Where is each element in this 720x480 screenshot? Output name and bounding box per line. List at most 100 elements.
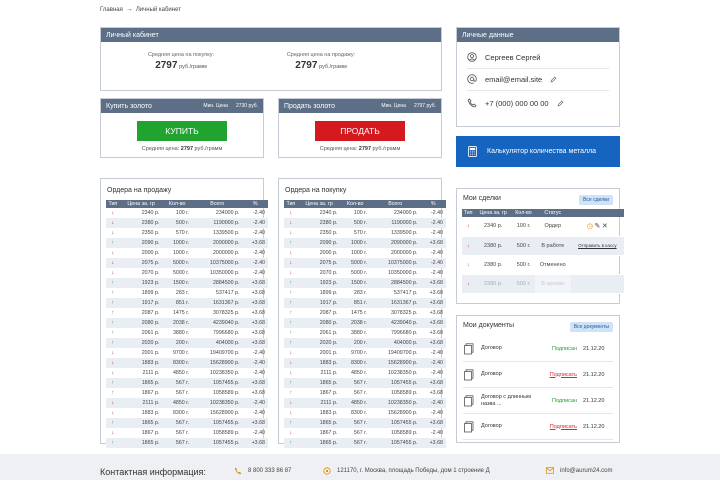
table-row[interactable]: ↓ 2111 р. 4850 г. 10238350 р. -2.40 xyxy=(284,398,446,408)
table-row[interactable]: ↑ 1923 р. 1500 г. 2884500 р. +3.68 xyxy=(284,278,446,288)
table-row[interactable]: ↑ 2090 р. 1000 г. 2090000 р. +3.68 xyxy=(106,238,268,248)
document-status: Подписан xyxy=(552,345,577,352)
cell-pct: -2.40 xyxy=(430,350,443,356)
table-row[interactable]: ↑ 1917 р. 851 г. 1631367 р. +3.68 xyxy=(106,298,268,308)
document-name[interactable]: Договор xyxy=(481,345,537,352)
footer-email[interactable]: info@aurum24.com xyxy=(546,467,612,474)
table-row[interactable]: ↓ 2070 р. 5000 г. 10350000 р. -2.40 xyxy=(106,268,268,278)
table-row[interactable]: ↑ 2087 р. 1475 г. 3078325 р. +3.68 xyxy=(106,308,268,318)
document-row[interactable]: Договор Подписать 21.12.20 xyxy=(463,362,613,388)
cell-qty: 500 г. xyxy=(340,218,370,228)
phone-icon xyxy=(234,467,242,475)
table-row[interactable]: ↓ 2340 р. 100 г. 234000 р. -2.40 xyxy=(284,208,446,218)
table-row[interactable]: ↓ 2111 р. 4850 г. 10238350 р. -2.40 xyxy=(106,398,268,408)
table-row[interactable]: ↓ 2000 р. 1000 г. 2000000 р. -2.40 xyxy=(284,248,446,258)
sell-orders-panel: Ордера на продажу Тип Цена за. гр Кол-во Вс… xyxy=(100,178,268,448)
all-deals-link[interactable]: Все сделки xyxy=(579,195,613,205)
all-documents-link[interactable]: Все документы xyxy=(569,322,613,332)
table-row[interactable]: ↑ 1867 р. 567 г. 1058589 р. +3.68 xyxy=(106,388,268,398)
table-row[interactable]: ↓ 2075 р. 5000 г. 10375000 р. -2.40 xyxy=(284,258,446,268)
table-row[interactable]: ↑ 1923 р. 1500 г. 2884500 р. +3.68 xyxy=(106,278,268,288)
deal-row[interactable]: ↓ 2380 р. 500 г. Отменено xyxy=(462,255,624,275)
arrow-up-icon: ↑ xyxy=(111,340,115,346)
table-row[interactable]: ↓ 1883 р. 8300 г. 15628900 р. -2.40 xyxy=(284,358,446,368)
table-row[interactable]: ↓ 2380 р. 500 г. 1190000 р. -2.40 xyxy=(106,218,268,228)
cell-price: 1883 р. xyxy=(297,358,341,368)
table-row[interactable]: ↑ 1917 р. 851 г. 1631367 р. +3.68 xyxy=(284,298,446,308)
table-row[interactable]: ↑ 1865 р. 567 г. 1057455 р. +3.68 xyxy=(106,438,268,448)
table-row[interactable]: ↓ 2111 р. 4850 г. 10238350 р. -2.40 xyxy=(284,368,446,378)
pencil-icon[interactable] xyxy=(550,76,557,83)
sign-document-link[interactable]: Подписать xyxy=(537,424,577,430)
deal-row[interactable]: ↓ 2340 р. 100 г. Ордер ◷ ✎ ✕ xyxy=(462,217,624,237)
buy-button[interactable]: КУПИТЬ xyxy=(137,121,227,141)
cell-price: 1865 р. xyxy=(297,418,341,428)
send-to-cashbox-link[interactable]: Отправить в кассу xyxy=(578,243,617,248)
arrow-down-icon: ↓ xyxy=(289,360,293,366)
table-row[interactable]: ↑ 1867 р. 567 г. 1058589 р. +3.68 xyxy=(284,388,446,398)
table-row[interactable]: ↑ 1865 р. 567 г. 1057455 р. +3.68 xyxy=(106,418,268,428)
table-row[interactable]: ↓ 2001 р. 9700 г. 19409700 р. -2.40 xyxy=(284,348,446,358)
cell-qty: 1475 г. xyxy=(350,310,367,316)
deal-row[interactable]: ↓ 2380 р. 500 г. В работе Отправить в кассу xyxy=(462,236,624,256)
table-row[interactable]: ↑ 1899 р. 283 г. 537417 р. +3.68 xyxy=(284,288,446,298)
arrow-up-icon: ↑ xyxy=(111,390,115,396)
table-row[interactable]: ↓ 1883 р. 8300 г. 15628900 р. -2.40 xyxy=(106,358,268,368)
sell-button[interactable]: ПРОДАТЬ xyxy=(315,121,405,141)
table-row[interactable]: ↑ 2087 р. 1475 г. 3078325 р. +3.68 xyxy=(284,308,446,318)
table-row[interactable]: ↓ 1883 р. 8300 г. 15628900 р. -2.40 xyxy=(106,408,268,418)
table-row[interactable]: ↓ 2380 р. 500 г. 1190000 р. -2.40 xyxy=(284,218,446,228)
document-name[interactable]: Договор с длинным назва ... xyxy=(481,394,537,408)
table-row[interactable]: ↓ 2001 р. 9700 г. 19409700 р. -2.40 xyxy=(106,348,268,358)
pencil-icon[interactable]: ✎ xyxy=(595,223,601,230)
table-row[interactable]: ↑ 2080 р. 2038 г. 4239040 р. +3.68 xyxy=(106,318,268,328)
table-row[interactable]: ↓ 1883 р. 8300 г. 15628900 р. -2.40 xyxy=(284,408,446,418)
table-row[interactable]: ↑ 2080 р. 2038 г. 4239040 р. +3.68 xyxy=(284,318,446,328)
close-icon[interactable]: ✕ xyxy=(602,223,608,230)
table-row[interactable]: ↓ 2340 р. 100 г. 234000 р. -2.40 xyxy=(106,208,268,218)
footer-phone[interactable]: 8 800 333 86 87 xyxy=(234,467,291,475)
table-row[interactable]: ↓ 1867 р. 567 г. 1058589 р. -2.40 xyxy=(106,428,268,438)
cell-pct: -2.40 xyxy=(420,258,446,268)
document-date: 21.12.20 xyxy=(583,397,605,404)
table-row[interactable]: ↓ 1867 р. 567 г. 1058589 р. -2.40 xyxy=(284,428,446,438)
breadcrumb-home[interactable]: Главная xyxy=(100,7,123,13)
cell-pct: +3.68 xyxy=(420,438,446,448)
profile-name: Сергеев Сергей xyxy=(485,52,541,62)
sign-document-link[interactable]: Подписать xyxy=(537,372,577,378)
document-row[interactable]: Договор Подписать 21.12.20 xyxy=(463,414,613,440)
cell-pct: -2.40 xyxy=(430,370,443,376)
table-row[interactable]: ↓ 2075 р. 5000 г. 10375000 р. -2.40 xyxy=(106,258,268,268)
table-row[interactable]: ↑ 2090 р. 1000 г. 2090000 р. +3.68 xyxy=(284,238,446,248)
table-row[interactable]: ↓ 2350 р. 570 г. 1339500 р. -2.40 xyxy=(106,228,268,238)
table-row[interactable]: ↓ 2111 р. 4850 г. 10238350 р. -2.40 xyxy=(106,368,268,378)
cell-qty: 1000 г. xyxy=(162,238,192,248)
document-row[interactable]: Договор с длинным назва ... Подписан 21.12… xyxy=(463,388,613,414)
cell-price: 2340 р. xyxy=(141,210,160,216)
table-row[interactable]: ↑ 1865 р. 567 г. 1057455 р. +3.68 xyxy=(106,378,268,388)
document-name[interactable]: Договор xyxy=(481,423,537,430)
sell-gold-average: Средняя цена: 2797 руб./грамм xyxy=(319,146,401,152)
table-row[interactable]: ↑ 1865 р. 567 г. 1057455 р. +3.68 xyxy=(284,438,446,448)
pencil-icon[interactable] xyxy=(557,100,564,107)
document-row[interactable]: Договор Подписан 21.12.20 xyxy=(463,336,613,362)
cell-pct: +3.68 xyxy=(251,390,265,396)
cell-total: 1057455 р. xyxy=(191,418,243,428)
document-icon xyxy=(464,368,474,380)
table-row[interactable]: ↑ 1865 р. 567 г. 1057455 р. +3.68 xyxy=(284,378,446,388)
arrow-down-icon: ↓ xyxy=(289,430,293,436)
document-name[interactable]: Договор xyxy=(481,371,537,378)
table-row[interactable]: ↓ 2350 р. 570 г. 1339500 р. -2.40 xyxy=(284,228,446,238)
table-row[interactable]: ↑ 1899 р. 283 г. 537417 р. +3.68 xyxy=(106,288,268,298)
deal-row[interactable]: ↓ 2380 р. 500 г. В архиве xyxy=(462,274,624,294)
table-row[interactable]: ↑ 2020 р. 200 г. 404000 р. +3.68 xyxy=(106,338,268,348)
table-row[interactable]: ↑ 2061 р. 3880 г. 7996680 р. +3.68 xyxy=(284,328,446,338)
table-row[interactable]: ↓ 2000 р. 1000 г. 2000000 р. -2.40 xyxy=(106,248,268,258)
table-row[interactable]: ↑ 1865 р. 567 г. 1057455 р. +3.68 xyxy=(284,418,446,428)
table-row[interactable]: ↑ 2061 р. 3880 г. 7996680 р. +3.68 xyxy=(106,328,268,338)
table-row[interactable]: ↑ 2020 р. 200 г. 404000 р. +3.68 xyxy=(284,338,446,348)
arrow-up-icon: ↑ xyxy=(289,380,293,386)
table-row[interactable]: ↓ 2070 р. 5000 г. 10350000 р. -2.40 xyxy=(284,268,446,278)
cell-pct: -2.40 xyxy=(242,358,268,368)
metal-calculator-button[interactable]: Калькулятор количества металла xyxy=(456,136,620,167)
